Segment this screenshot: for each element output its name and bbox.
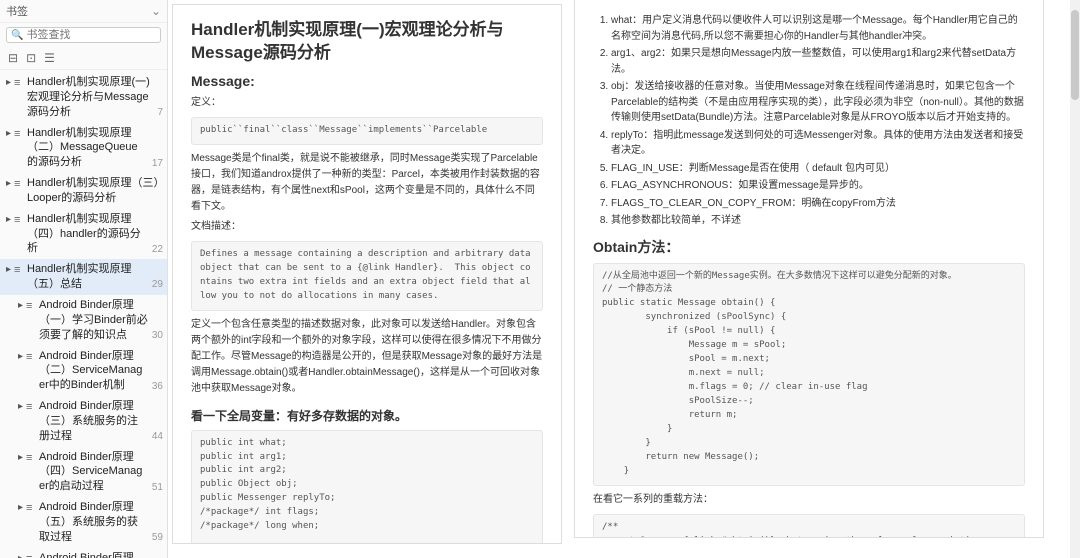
chevron-right-icon[interactable]: ▸ [18, 350, 26, 364]
collapse-all-icon[interactable]: ⊡ [26, 51, 36, 65]
bookmark-page: 17 [152, 157, 163, 171]
bookmark-label: Handler机制实现原理（三）Looper的源码分析 [27, 176, 163, 206]
bookmark-item[interactable]: ▸≡Android Binder原理（四）ServiceManager的启动过程… [0, 447, 167, 498]
bookmark-label: Handler机制实现原理(一)宏观理论分析与Message源码分析 [27, 75, 153, 120]
code-overload: /** * Same as {@link #obtain()}, but cop… [593, 514, 1025, 538]
bookmark-item[interactable]: ▸≡Android Binder原理（一）学习Binder前必须要了解的知识点 3… [0, 295, 167, 346]
sidebar-toolbar: ⊟ ⊡ ☰ [0, 47, 167, 70]
expand-all-icon[interactable]: ⊟ [8, 51, 18, 65]
code-doc-desc: Defines a message containing a descripti… [191, 241, 543, 311]
bookmark-item[interactable]: ▸≡Android Binder原理（五）系统服务的获取过程 59 [0, 497, 167, 548]
bookmark-icon: ≡ [14, 177, 24, 192]
bookmark-item[interactable]: ▸≡Handler机制实现原理（五）总结 29 [0, 259, 167, 295]
search-icon: 🔍 [11, 30, 23, 41]
chevron-right-icon[interactable]: ▸ [6, 263, 14, 277]
search-row: 🔍 [0, 23, 167, 47]
chevron-right-icon[interactable]: ▸ [6, 177, 14, 191]
bookmark-icon: ≡ [26, 501, 36, 516]
bookmark-page: 29 [152, 278, 163, 292]
para-overload: 在看它一系列的重载方法： [593, 492, 1025, 508]
bookmark-icon: ≡ [26, 400, 36, 415]
bookmark-item[interactable]: ▸≡Android Binder原理（二）ServiceManager中的Bin… [0, 346, 167, 397]
chevron-right-icon[interactable]: ▸ [18, 299, 26, 313]
list-item: what：用户定义消息代码以便收件人可以识别这是哪一个Message。每个Han… [611, 13, 1025, 44]
section-message: Message: [191, 73, 543, 89]
bookmark-item[interactable]: ▸≡Android Binder原理（六）Java Binder的初始化68 [0, 548, 167, 558]
chevron-right-icon[interactable]: ▸ [18, 501, 26, 515]
scrollbar-track[interactable] [1070, 0, 1080, 558]
page-right: what：用户定义消息代码以便收件人可以识别这是哪一个Message。每个Han… [574, 0, 1044, 538]
chevron-right-icon[interactable]: ▸ [18, 552, 26, 558]
list-item: replyTo：指明此message发送到何处的可选Messenger对象。具体… [611, 128, 1025, 159]
chevron-right-icon[interactable]: ▸ [18, 451, 26, 465]
bookmarks-sidebar: 书签 ⌄ 🔍 ⊟ ⊡ ☰ ▸≡Handler机制实现原理(一)宏观理论分析与Me… [0, 0, 168, 558]
def-label: 定义： [191, 95, 543, 111]
list-view-icon[interactable]: ☰ [44, 51, 55, 65]
bookmark-item[interactable]: ▸≡Handler机制实现原理(一)宏观理论分析与Message源码分析 7 [0, 72, 167, 123]
sidebar-header: 书签 ⌄ [0, 0, 167, 23]
bookmark-page: 22 [152, 243, 163, 257]
bookmark-label: Handler机制实现原理（二）MessageQueue的源码分析 [27, 126, 148, 171]
list-item: FLAGS_TO_CLEAR_ON_COPY_FROM：明确在copyFrom方… [611, 196, 1025, 212]
bookmark-icon: ≡ [14, 76, 24, 91]
code-fields: public int what; public int arg1; public… [191, 430, 543, 544]
bookmark-icon: ≡ [26, 299, 36, 314]
list-item: arg1、arg2：如果只是想向Message内放一些整数值，可以使用arg1和… [611, 46, 1025, 77]
bookmark-list[interactable]: ▸≡Handler机制实现原理(一)宏观理论分析与Message源码分析7▸≡H… [0, 70, 167, 558]
page-left: Handler机制实现原理(一)宏观理论分析与Message源码分析 Messa… [172, 4, 562, 544]
search-input[interactable] [26, 29, 156, 41]
section-obtain: Obtain方法： [593, 237, 1025, 257]
scrollbar-thumb[interactable] [1071, 10, 1079, 100]
bookmark-page: 44 [152, 430, 163, 444]
bookmark-page: 7 [157, 106, 163, 120]
bookmark-label: Android Binder原理（四）ServiceManager的启动过程 [39, 450, 148, 495]
bookmark-page: 30 [152, 329, 163, 343]
close-icon[interactable]: ⌄ [151, 4, 161, 18]
bookmark-label: Handler机制实现原理（五）总结 [27, 262, 148, 292]
sidebar-title: 书签 [6, 3, 28, 19]
list-item: 其他参数都比较简单，不详述 [611, 213, 1025, 229]
bookmark-page: 36 [152, 380, 163, 394]
para-def: Message类是个final类，就是说不能被继承，同时Message类实现了P… [191, 151, 543, 215]
bookmark-label: Android Binder原理（二）ServiceManager中的Binde… [39, 349, 148, 394]
bookmark-icon: ≡ [14, 127, 24, 142]
list-item: FLAG_IN_USE：判断Message是否在使用（ default 包内可见… [611, 161, 1025, 177]
bookmark-label: Handler机制实现原理（四）handler的源码分析 [27, 212, 148, 257]
para-doc: 定义一个包含任意类型的描述数据对象，此对象可以发送给Handler。对象包含两个… [191, 317, 543, 397]
chevron-right-icon[interactable]: ▸ [6, 76, 14, 90]
bookmark-page: 51 [152, 481, 163, 495]
bookmark-icon: ≡ [26, 451, 36, 466]
content-area: Handler机制实现原理(一)宏观理论分析与Message源码分析 Messa… [168, 0, 1080, 558]
code-obtain: //从全局池中返回一个新的Message实例。在大多数情况下这样可以避免分配新的… [593, 263, 1025, 486]
bookmark-label: Android Binder原理（一）学习Binder前必须要了解的知识点 [39, 298, 148, 343]
bookmark-icon: ≡ [26, 552, 36, 558]
pages-row: Handler机制实现原理(一)宏观理论分析与Message源码分析 Messa… [168, 0, 1080, 558]
bookmark-item[interactable]: ▸≡Handler机制实现原理（四）handler的源码分析 22 [0, 209, 167, 260]
bookmark-label: Android Binder原理（五）系统服务的获取过程 [39, 500, 148, 545]
field-desc-list: what：用户定义消息代码以便收件人可以识别这是哪一个Message。每个Han… [593, 13, 1025, 229]
page-title: Handler机制实现原理(一)宏观理论分析与Message源码分析 [191, 19, 543, 65]
bookmark-label: Android Binder原理（三）系统服务的注册过程 [39, 399, 148, 444]
chevron-right-icon[interactable]: ▸ [18, 400, 26, 414]
list-item: FLAG_ASYNCHRONOUS：如果设置message是异步的。 [611, 178, 1025, 194]
bookmark-icon: ≡ [26, 350, 36, 365]
bookmark-label: Android Binder原理（六）Java Binder的初始化 [39, 551, 148, 558]
doc-label: 文档描述： [191, 219, 543, 235]
bookmark-icon: ≡ [14, 263, 24, 278]
chevron-right-icon[interactable]: ▸ [6, 213, 14, 227]
bookmark-icon: ≡ [14, 213, 24, 228]
list-item: obj：发送给接收器的任意对象。当使用Message对象在线程间传递消息时，如果… [611, 79, 1025, 126]
bookmark-item[interactable]: ▸≡Handler机制实现原理（二）MessageQueue的源码分析 17 [0, 123, 167, 174]
bookmark-item[interactable]: ▸≡Android Binder原理（三）系统服务的注册过程 44 [0, 396, 167, 447]
code-class-def: public``final``class``Message``implement… [191, 117, 543, 145]
search-wrap[interactable]: 🔍 [6, 27, 161, 43]
bookmark-page: 59 [152, 531, 163, 545]
chevron-right-icon[interactable]: ▸ [6, 127, 14, 141]
bookmark-item[interactable]: ▸≡Handler机制实现原理（三）Looper的源码分析 [0, 173, 167, 209]
section-globals: 看一下全局变量：有好多存数据的对象。 [191, 407, 543, 424]
app-root: 书签 ⌄ 🔍 ⊟ ⊡ ☰ ▸≡Handler机制实现原理(一)宏观理论分析与Me… [0, 0, 1080, 558]
